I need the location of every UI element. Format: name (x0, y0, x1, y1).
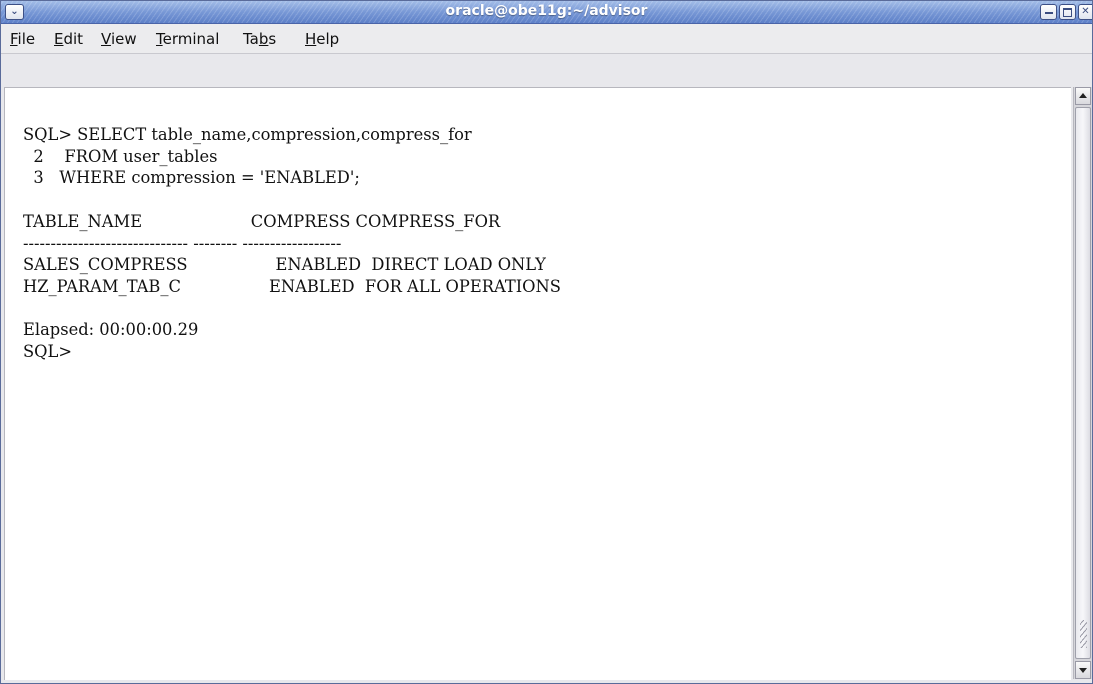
menu-bar: File Edit View Terminal Tabs Help (1, 24, 1092, 54)
grip-icon (1080, 620, 1087, 648)
terminal-line: 3 WHERE compression = 'ENABLED'; (23, 168, 360, 188)
arrow-down-icon (1079, 668, 1087, 673)
menu-view-mnemonic: V (101, 30, 111, 48)
terminal-line: SQL> (23, 342, 72, 362)
maximize-button[interactable] (1059, 4, 1076, 20)
close-icon: ✕ (1081, 6, 1090, 17)
menu-terminal[interactable]: Terminal (156, 30, 219, 48)
terminal-line: TABLE_NAME COMPRESS COMPRESS_FOR (23, 211, 501, 231)
menu-terminal-mnemonic: T (156, 30, 163, 48)
terminal-text: SQL> SELECT table_name,compression,compr… (23, 124, 561, 363)
menu-tabs[interactable]: Tabs (243, 30, 276, 48)
minimize-button[interactable] (1040, 4, 1057, 20)
vertical-scrollbar[interactable] (1073, 87, 1092, 679)
menu-file[interactable]: File (10, 30, 35, 48)
menu-help-label: elp (316, 30, 340, 48)
minimize-icon (1044, 12, 1053, 14)
terminal-output[interactable]: SQL> SELECT table_name,compression,compr… (4, 87, 1071, 680)
menu-help[interactable]: Help (305, 30, 339, 48)
terminal-line: ------------------------------ -------- … (23, 233, 342, 253)
menu-help-mnemonic: H (305, 30, 317, 48)
arrow-up-icon (1079, 93, 1087, 98)
menu-tabs-mnemonic: b (258, 30, 269, 48)
scroll-up-button[interactable] (1075, 87, 1091, 105)
menu-edit-label: dit (63, 30, 84, 48)
terminal-line: Elapsed: 00:00:00.29 (23, 320, 199, 340)
menu-file-label: ile (17, 30, 36, 48)
terminal-line: SQL> SELECT table_name,compression,compr… (23, 125, 472, 144)
terminal-window: ⌄ oracle@obe11g:~/advisor ✕ File Edit Vi… (0, 0, 1093, 684)
terminal-line: HZ_PARAM_TAB_C ENABLED FOR ALL OPERATION… (23, 276, 561, 296)
scroll-down-button[interactable] (1075, 661, 1091, 679)
menu-file-mnemonic: F (10, 30, 18, 48)
menu-tabs-label-start: Ta (243, 30, 259, 48)
maximize-icon (1063, 8, 1072, 17)
window-title: oracle@obe11g:~/advisor (445, 3, 648, 19)
menu-view-label: iew (110, 30, 137, 48)
close-button[interactable]: ✕ (1078, 4, 1092, 20)
menu-edit[interactable]: Edit (54, 30, 83, 48)
terminal-line: 2 FROM user_tables (23, 146, 218, 166)
menu-terminal-label: erminal (162, 30, 220, 48)
terminal-line: SALES_COMPRESS ENABLED DIRECT LOAD ONLY (23, 255, 546, 275)
scroll-thumb[interactable] (1075, 107, 1091, 659)
title-bar[interactable]: ⌄ oracle@obe11g:~/advisor ✕ (1, 1, 1092, 24)
menu-tabs-label-end: s (268, 30, 277, 48)
menu-view[interactable]: View (101, 30, 137, 48)
